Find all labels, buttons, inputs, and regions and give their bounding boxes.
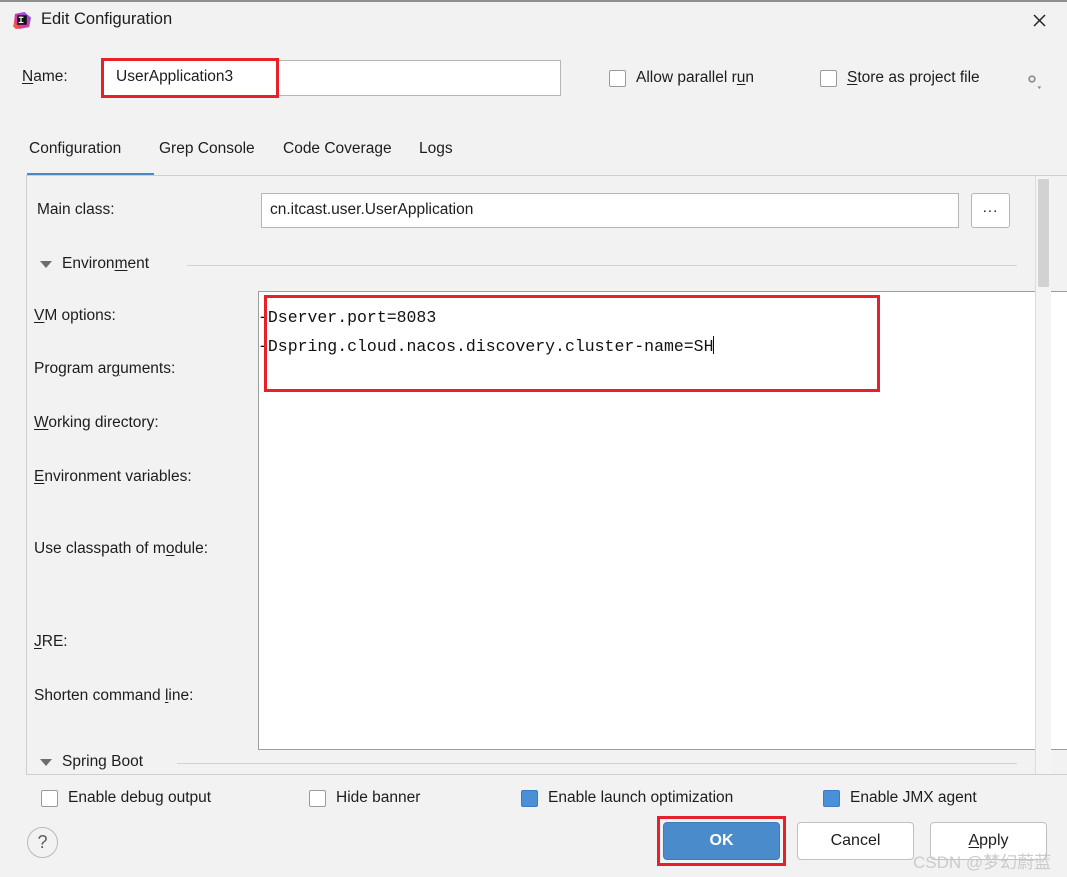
name-label: Name: (22, 68, 68, 86)
tab-separator (26, 175, 1067, 176)
spring-boot-group-rule (177, 763, 1017, 764)
dialog-title: Edit Configuration (41, 10, 172, 29)
enable-debug-output-checkbox[interactable]: Enable debug output (41, 789, 211, 807)
environment-group-label: Environment (62, 255, 149, 273)
panel-left-border (26, 176, 27, 774)
vm-options-line-2: -Dspring.cloud.nacos.discovery.cluster-n… (258, 337, 713, 356)
spring-boot-top-separator (26, 774, 1067, 775)
close-icon (1032, 13, 1047, 28)
edit-configuration-dialog: Edit Configuration Name: UserApplication… (0, 0, 1067, 877)
tab-bar: Configuration Grep Console Code Coverage… (0, 140, 1067, 176)
apply-button[interactable]: Apply (930, 822, 1047, 860)
store-as-project-file-checkbox[interactable]: Store as project file (820, 69, 980, 87)
allow-parallel-run-checkbox[interactable]: Allow parallel run (609, 69, 754, 87)
config-scrollbar-thumb[interactable] (1038, 179, 1049, 287)
spring-boot-group-header[interactable]: Spring Boot (40, 753, 143, 771)
enable-debug-output-label: Enable debug output (68, 789, 211, 807)
name-input-value: UserApplication3 (116, 68, 233, 86)
environment-variables-label: Environment variables: (34, 468, 192, 486)
checkbox-box (309, 790, 326, 807)
enable-launch-optimization-checkbox[interactable]: Enable launch optimization (521, 789, 733, 807)
tab-grep-console[interactable]: Grep Console (159, 140, 255, 158)
working-directory-label: Working directory: (34, 414, 159, 432)
name-input[interactable]: UserApplication3 (101, 60, 561, 96)
cancel-button[interactable]: Cancel (797, 822, 914, 860)
checkbox-box (521, 790, 538, 807)
environment-group-header[interactable]: Environment (40, 255, 149, 273)
enable-jmx-agent-checkbox[interactable]: Enable JMX agent (823, 789, 977, 807)
main-class-browse-button[interactable]: ... (971, 193, 1010, 228)
allow-parallel-run-label: Allow parallel run (636, 69, 754, 87)
settings-gear-icon[interactable] (1021, 68, 1043, 90)
main-class-input[interactable]: cn.itcast.user.UserApplication (261, 193, 959, 228)
vm-options-editor-text[interactable]: -Dserver.port=8083 -Dspring.cloud.nacos.… (258, 303, 858, 361)
dialog-title-bar: Edit Configuration (0, 0, 1067, 39)
use-classpath-of-module-label: Use classpath of module: (34, 540, 208, 558)
shorten-command-line-label: Shorten command line: (34, 687, 193, 705)
chevron-down-icon (40, 261, 52, 268)
main-class-value: cn.itcast.user.UserApplication (270, 201, 473, 219)
intellij-idea-logo-icon (13, 11, 32, 30)
tab-code-coverage[interactable]: Code Coverage (283, 140, 392, 158)
jre-label: JRE: (34, 633, 68, 651)
main-class-label: Main class: (37, 201, 115, 219)
checkbox-box (823, 790, 840, 807)
checkbox-box (609, 70, 626, 87)
enable-launch-optimization-label: Enable launch optimization (548, 789, 733, 807)
checkbox-box (820, 70, 837, 87)
vm-options-label: VM options: (34, 307, 116, 325)
config-scrollbar-track[interactable] (1035, 176, 1051, 774)
vm-options-line-1: -Dserver.port=8083 (258, 308, 436, 327)
spring-boot-group-label: Spring Boot (62, 753, 143, 771)
tab-logs[interactable]: Logs (419, 140, 453, 158)
hide-banner-label: Hide banner (336, 789, 420, 807)
checkbox-box (41, 790, 58, 807)
tab-configuration[interactable]: Configuration (29, 140, 121, 158)
ok-button[interactable]: OK (663, 822, 780, 860)
close-button[interactable] (1011, 2, 1067, 39)
hide-banner-checkbox[interactable]: Hide banner (309, 789, 420, 807)
text-caret (713, 336, 714, 354)
program-arguments-label: Program arguments: (34, 360, 175, 378)
apply-button-rest: pply (979, 832, 1008, 850)
help-button[interactable]: ? (27, 827, 58, 858)
chevron-down-icon (40, 759, 52, 766)
store-as-project-file-label: Store as project file (847, 69, 980, 87)
enable-jmx-agent-label: Enable JMX agent (850, 789, 977, 807)
environment-group-rule (187, 265, 1017, 266)
